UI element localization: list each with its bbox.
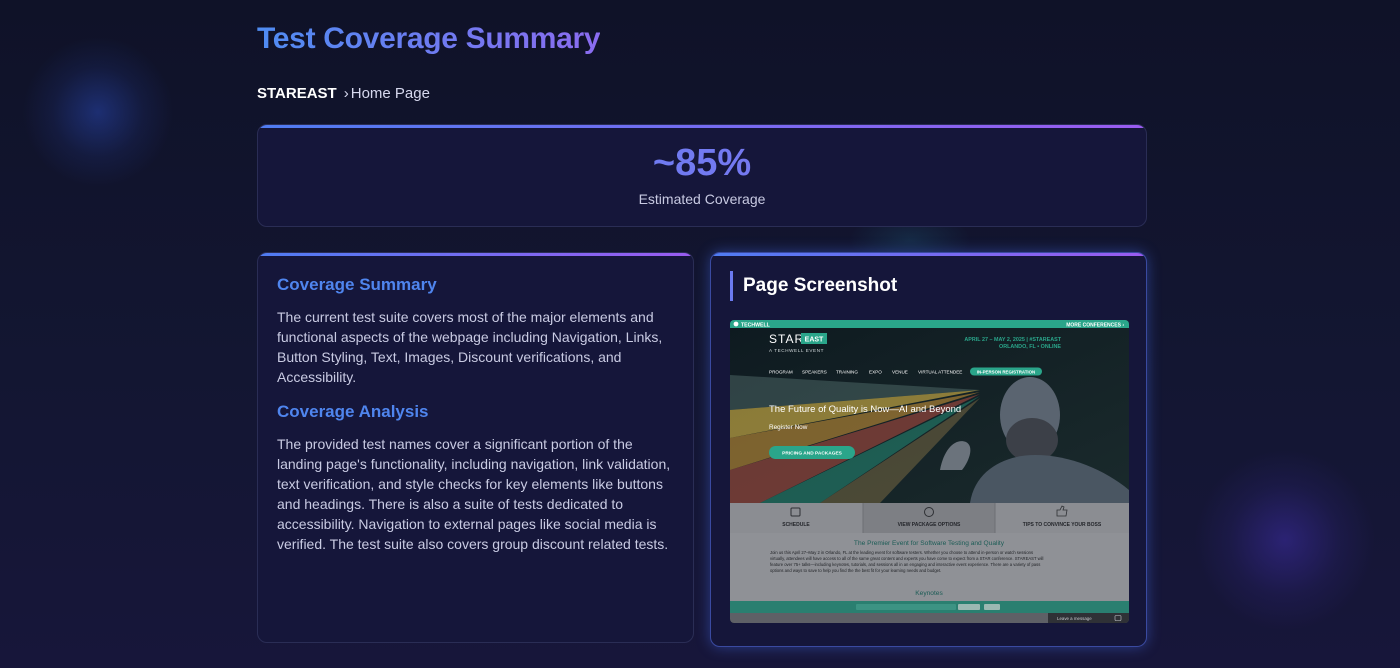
shot-tile-package-options: VIEW PACKAGE OPTIONS xyxy=(898,522,961,528)
shot-tile-schedule: SCHEDULE xyxy=(782,522,810,528)
shot-register-link: Register Now xyxy=(769,424,808,431)
breadcrumb-root[interactable]: STAREAST xyxy=(257,85,337,102)
shot-chat-label: Leave a message xyxy=(1057,616,1092,621)
shot-logo-star: STAR xyxy=(769,332,804,346)
shot-location: ORLANDO, FL • ONLINE xyxy=(999,344,1061,350)
shot-nav-expo: EXPO xyxy=(869,370,882,375)
coverage-summary-heading: Coverage Summary xyxy=(277,275,437,294)
coverage-label: Estimated Coverage xyxy=(638,191,766,207)
shot-premier-text-1: Join us this April 27–May 2 in Orlando, … xyxy=(770,550,1033,555)
page-screenshot-image: TECHWELL MORE CONFERENCES › STAR EAST A … xyxy=(730,320,1129,623)
coverage-summary-card: Coverage Summary The current test suite … xyxy=(257,252,694,643)
coverage-analysis-heading: Coverage Analysis xyxy=(277,402,429,421)
shot-nav-registration: IN-PERSON REGISTRATION xyxy=(977,369,1035,374)
shot-keynotes-heading: Keynotes xyxy=(915,590,943,597)
shot-nav-venue: VENUE xyxy=(892,370,908,375)
coverage-analysis-text: The provided test names cover a signific… xyxy=(277,436,671,552)
shot-nav-virtual-attendee: VIRTUAL ATTENDEE xyxy=(918,370,962,375)
shot-tile-convince-boss: TIPS TO CONVINCE YOUR BOSS xyxy=(1023,522,1102,528)
shot-nav-training: TRAINING xyxy=(836,370,858,375)
page-screenshot-heading: Page Screenshot xyxy=(730,271,1127,301)
breadcrumb-current-page: Home Page xyxy=(350,85,430,102)
shot-dates: APRIL 27 – MAY 2, 2025 | #STAREAST xyxy=(964,337,1061,343)
coverage-percentage: ~85% xyxy=(258,142,1146,185)
shot-premier-text-2: virtually, attendees will have access to… xyxy=(770,556,1043,561)
shot-premier-text-3: feature over 75+ talks—including keynote… xyxy=(770,562,1040,567)
shot-pricing-button: PRICING AND PACKAGES xyxy=(782,451,842,457)
shot-nav-speakers: SPEAKERS xyxy=(802,370,827,375)
shot-logo-sub: A TECHWELL EVENT xyxy=(769,348,824,353)
shot-premier-text-4: options and ways to save to help you fin… xyxy=(770,568,941,573)
shot-brand: TECHWELL xyxy=(741,322,771,328)
page-title: Test Coverage Summary xyxy=(257,22,601,55)
shot-premier-heading: The Premier Event for Software Testing a… xyxy=(854,540,1005,547)
breadcrumb: STAREAST › Home Page xyxy=(257,85,430,102)
coverage-stat-card: ~85% Estimated Coverage xyxy=(257,124,1147,227)
page-screenshot-card: Page Screenshot TECHWELL MORE CONFERENCE… xyxy=(710,252,1147,647)
shot-nav-program: PROGRAM xyxy=(769,370,793,375)
shot-hero-headline: The Future of Quality is Now—AI and Beyo… xyxy=(769,404,961,415)
breadcrumb-separator: › xyxy=(343,85,349,102)
coverage-summary-text: The current test suite covers most of th… xyxy=(277,309,663,385)
shot-more-conferences: MORE CONFERENCES › xyxy=(1066,322,1124,328)
shot-logo-east: EAST xyxy=(805,337,824,344)
shot-nav: PROGRAM SPEAKERS TRAINING EXPO VENUE VIR… xyxy=(769,367,1042,376)
